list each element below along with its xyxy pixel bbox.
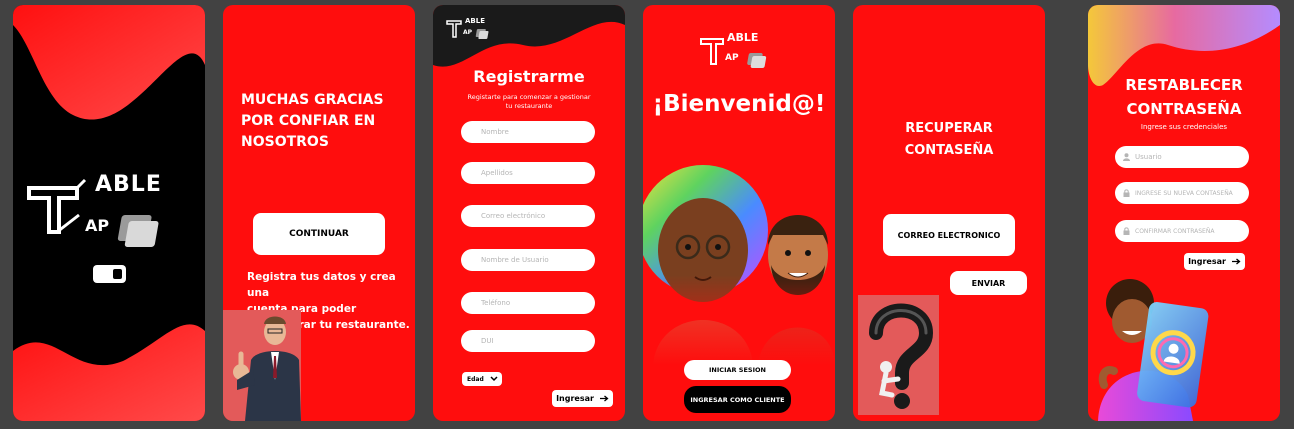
wave-bottom-decoration [13, 324, 205, 421]
wave-top-decoration [13, 5, 205, 120]
reset-heading: RESTABLECER CONTRASEÑA [1088, 73, 1280, 121]
send-button[interactable]: ENVIAR [950, 271, 1027, 295]
confirm-password-field[interactable]: CONFIRMAR CONTRASEÑA [1115, 220, 1249, 242]
logo-text-top: ABLE [727, 31, 759, 44]
lock-icon [1123, 189, 1130, 197]
register-submit-label: Ingresar [556, 394, 594, 403]
screen-splash: ABLE AP [13, 5, 205, 421]
register-subtitle-line1: Registarte para comenzar a gestionar [467, 93, 591, 101]
confirm-password-placeholder: CONFIRMAR CONTRASEÑA [1135, 227, 1215, 235]
dui-field[interactable]: DUI [461, 330, 595, 352]
client-button[interactable]: INGRESAR COMO CLIENTE [684, 386, 791, 413]
thanks-heading-line3: NOSOTROS [241, 134, 329, 150]
toggle-icon[interactable] [93, 265, 126, 283]
screen-thanks: MUCHAS GRACIAS POR CONFIAR EN NOSOTROS C… [223, 5, 415, 421]
new-password-field[interactable]: INGRESE SU NUEVA CONTASEÑA [1115, 182, 1249, 204]
arrow-right-icon [599, 395, 609, 402]
recover-heading-line2: CONTASEÑA [904, 143, 994, 158]
thanks-heading-line2: POR CONFIAR EN [241, 113, 376, 129]
businessman-illustration [223, 310, 301, 421]
register-subtitle: Registarte para comenzar a gestionar tu … [433, 93, 625, 111]
lock-icon [1123, 227, 1130, 235]
screen-reset: RESTABLECER CONTRASEÑA Ingrese sus crede… [1088, 5, 1280, 421]
thanks-heading: MUCHAS GRACIAS POR CONFIAR EN NOSOTROS [241, 90, 384, 153]
age-select-value: Edad [467, 375, 484, 383]
lastname-field[interactable]: Apellidos [461, 162, 595, 184]
reset-heading-line1: RESTABLECER [1125, 76, 1243, 94]
arrow-right-icon [1231, 258, 1241, 265]
login-button[interactable]: INICIAR SESION [684, 360, 791, 380]
logo: ABLE AP [27, 170, 187, 250]
screen-register: ABLE AP Registrarme Registarte para come… [433, 5, 625, 421]
reset-user-field[interactable]: Usuario [1115, 146, 1249, 168]
screen-welcome: ABLE AP ¡Bienvenid@! INICIAR SESION INGR… [643, 5, 835, 421]
reset-subtitle: Ingrese sus credenciales [1140, 123, 1228, 131]
logo-text-bottom: AP [463, 29, 473, 36]
user-icon [1123, 153, 1130, 161]
reset-heading-line2: CONTRASEÑA [1126, 100, 1242, 118]
reset-submit-button[interactable]: Ingresar [1184, 253, 1245, 270]
reset-submit-label: Ingresar [1188, 257, 1226, 266]
register-title: Registrarme [473, 67, 585, 86]
new-password-placeholder: INGRESE SU NUEVA CONTASEÑA [1135, 189, 1233, 197]
username-field[interactable]: Nombre de Usuario [461, 249, 595, 271]
logo-text-bottom: AP [85, 216, 110, 235]
logo-text-top: ABLE [465, 17, 485, 25]
logo-text-top: ABLE [95, 172, 162, 197]
welcome-title: ¡Bienvenid@! [652, 91, 826, 117]
question-illustration [858, 295, 939, 415]
thanks-heading-line1: MUCHAS GRACIAS [241, 92, 384, 108]
logo-text-bottom: AP [725, 53, 739, 63]
name-field[interactable]: Nombre [461, 121, 595, 143]
question-mark-icon [869, 303, 934, 409]
phone-field[interactable]: Teléfono [461, 292, 595, 314]
reset-user-placeholder: Usuario [1135, 153, 1162, 161]
recover-heading-line1: RECUPERAR [905, 121, 993, 136]
screen-recover: RECUPERAR CONTASEÑA CORREO ELECTRONICO E… [853, 5, 1045, 421]
thanks-body-line1: Registra tus datos y crea una [247, 271, 396, 299]
recover-heading: RECUPERAR CONTASEÑA [853, 118, 1045, 162]
recover-email-field[interactable]: CORREO ELECTRONICO [883, 214, 1015, 256]
register-submit-button[interactable]: Ingresar [552, 390, 613, 407]
email-field[interactable]: Correo electrónico [461, 205, 595, 227]
register-subtitle-line2: tu restaurante [505, 102, 553, 110]
chevron-down-icon [490, 376, 498, 382]
small-logo: ABLE AP [445, 15, 495, 45]
tablet-user-illustration [1098, 275, 1228, 421]
age-select[interactable]: Edad [462, 372, 502, 386]
friends-illustration [643, 165, 835, 365]
welcome-logo: ABLE AP [699, 29, 779, 74]
continue-button[interactable]: CONTINUAR [253, 213, 385, 255]
